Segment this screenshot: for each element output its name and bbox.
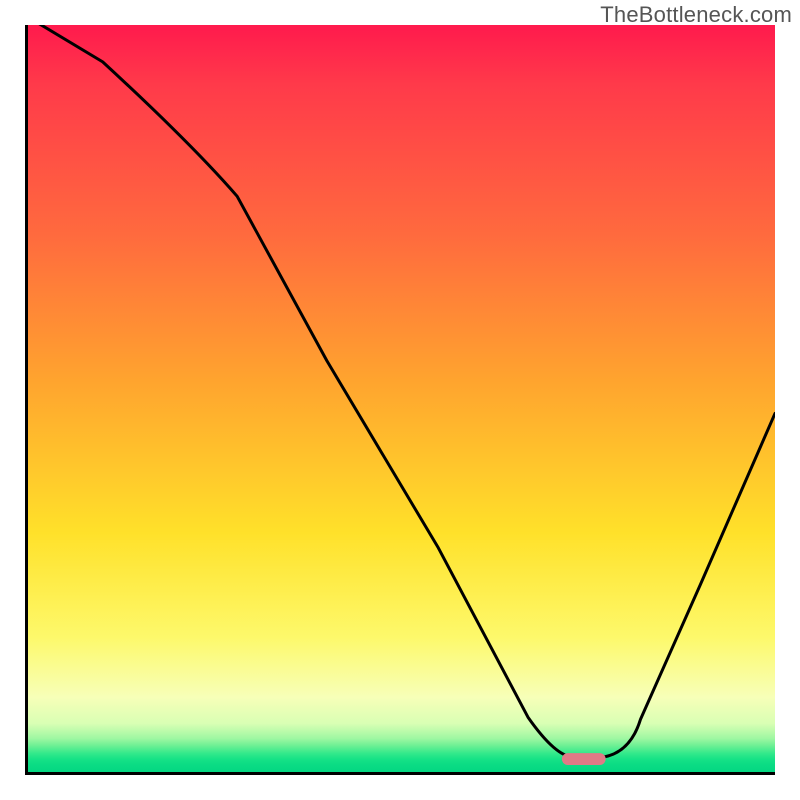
plot-area [25, 25, 775, 775]
curve-svg [28, 25, 775, 772]
optimal-marker [562, 753, 606, 765]
bottleneck-chart: TheBottleneck.com [0, 0, 800, 800]
bottleneck-curve-path [28, 25, 775, 757]
